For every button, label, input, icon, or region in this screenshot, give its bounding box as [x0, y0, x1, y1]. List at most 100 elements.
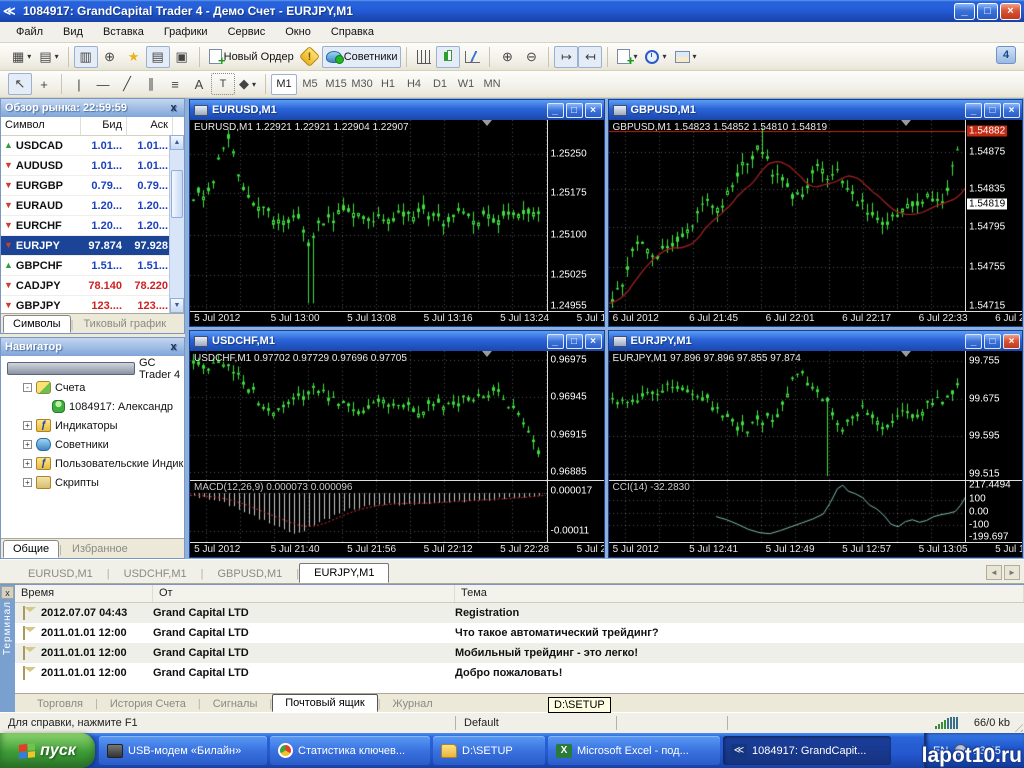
time-scale[interactable]: 5 Jul 2012 5 Jul 13:00 5 Jul 13:08 5 Jul 13…: [190, 311, 604, 326]
chart-minimize-button[interactable]: _: [546, 333, 564, 349]
market-watch-row[interactable]: ▼ EURAUD 1.20... 1.20...: [1, 196, 184, 216]
market-watch-row[interactable]: ▼ EURCHF 1.20... 1.20...: [1, 216, 184, 236]
chart-tab-EURUSD,M1[interactable]: EURUSD,M1: [14, 565, 107, 583]
timeframe-M1[interactable]: M1: [271, 73, 298, 95]
market-watch-row[interactable]: ▲ GBPCHF 1.51... 1.51...: [1, 256, 184, 276]
label-icon[interactable]: T: [211, 73, 235, 95]
price-scale[interactable]: 1.54875 1.54835 1.54795 1.54755 1.54715 1.548…: [965, 120, 1022, 312]
chart-maximize-button[interactable]: □: [565, 102, 583, 118]
mail-row[interactable]: 2011.01.01 12:00 Grand Capital LTD Что так…: [15, 623, 1024, 643]
market-watch-row[interactable]: ▼ EURGBP 0.79... 0.79...: [1, 176, 184, 196]
tree-expander-icon[interactable]: +: [23, 459, 32, 468]
indicators-icon[interactable]: ▾: [613, 46, 641, 68]
hline-icon[interactable]: —: [91, 73, 115, 95]
task-D:\SETUP[interactable]: D:\SETUP: [433, 736, 545, 765]
timeframe-H1[interactable]: H1: [375, 74, 401, 95]
timeframe-W1[interactable]: W1: [453, 74, 479, 95]
tree-item-GC Trader 4[interactable]: GC Trader 4: [5, 357, 184, 381]
new-chart-icon[interactable]: ▦ ▾: [8, 46, 35, 68]
periods-icon[interactable]: ▾: [641, 46, 670, 68]
status-profile[interactable]: Default: [456, 713, 616, 733]
chart-minimize-button[interactable]: _: [965, 102, 982, 118]
chart-close-button[interactable]: ×: [1003, 333, 1020, 349]
fibo-icon[interactable]: ≡: [163, 73, 187, 95]
window-maximize-button[interactable]: □: [977, 2, 998, 20]
shapes-icon[interactable]: ◆ ▾: [235, 73, 260, 95]
line-chart-icon[interactable]: [460, 46, 484, 68]
data-window-icon[interactable]: ▣: [170, 46, 194, 68]
indicator-plot[interactable]: MACD(12,26,9) 0.000073 0.000096: [190, 481, 547, 542]
autoscroll-icon[interactable]: ↦: [554, 45, 579, 68]
chart-minimize-button[interactable]: _: [965, 333, 982, 349]
tree-item-Индикаторы[interactable]: + ƒ Индикаторы: [5, 416, 184, 435]
app-titlebar[interactable]: ≪ 1084917: GrandCapital Trader 4 - Демо …: [0, 0, 1024, 22]
market-watch-row[interactable]: ▼ CADJPY 78.140 78.220: [1, 276, 184, 296]
tab-Тиковый график[interactable]: Тиковый график: [73, 315, 176, 333]
column-subject[interactable]: Тема: [455, 585, 1024, 602]
vline-icon[interactable]: |: [67, 73, 91, 95]
zoom-out-icon[interactable]: ⊖: [519, 46, 543, 68]
cursor-icon[interactable]: ↖: [8, 73, 32, 95]
timeframe-MN[interactable]: MN: [479, 74, 505, 95]
chart-close-button[interactable]: ×: [1003, 102, 1020, 118]
task-1084917: GrandCapit...[interactable]: ≪ 1084917: GrandCapit...: [723, 736, 891, 765]
scroll-down-icon[interactable]: ▼: [170, 298, 184, 313]
chart-window-titlebar[interactable]: EURUSD,M1 _ □ ×: [190, 100, 604, 120]
tab-scroll-right-icon[interactable]: ►: [1004, 565, 1020, 580]
terminal-close-icon[interactable]: x: [1, 586, 14, 599]
alert-icon[interactable]: [298, 45, 322, 68]
chart-tab-USDCHF,M1[interactable]: USDCHF,M1: [110, 565, 201, 583]
column-symbol[interactable]: Символ: [1, 117, 81, 135]
timeframe-H4[interactable]: H4: [401, 74, 427, 95]
time-scale[interactable]: 5 Jul 2012 5 Jul 21:40 5 Jul 21:56 5 Jul 22…: [190, 542, 604, 557]
task-Microsoft Excel - под...[interactable]: X Microsoft Excel - под...: [548, 736, 720, 765]
chart-window-titlebar[interactable]: GBPUSD,M1 _ □ ×: [608, 100, 1022, 120]
zoom-in-icon[interactable]: ⊕: [495, 46, 519, 68]
menu-Файл[interactable]: Файл: [6, 24, 53, 40]
chart-window-titlebar[interactable]: EURJPY,M1 _ □ ×: [608, 331, 1022, 351]
market-watch-row[interactable]: ▼ EURJPY 97.874 97.928: [1, 236, 184, 256]
crosshair-icon[interactable]: ⊕: [98, 46, 122, 68]
menu-Справка[interactable]: Справка: [321, 24, 384, 40]
column-bid[interactable]: Бид: [81, 117, 127, 135]
tree-item-Счета[interactable]: - Счета: [5, 378, 184, 397]
scroll-up-icon[interactable]: ▲: [170, 135, 184, 150]
chart-close-button[interactable]: ×: [584, 102, 602, 118]
market-watch-row[interactable]: ▼ GBPJPY 123.... 123....: [1, 296, 184, 313]
terminal-tab-Торговля[interactable]: Торговля: [25, 696, 95, 712]
terminal-tab-Почтовый ящик[interactable]: Почтовый ящик: [272, 694, 378, 712]
trendline-icon[interactable]: ╱: [115, 73, 139, 95]
terminal-tab-Журнал[interactable]: Журнал: [381, 696, 445, 712]
terminal-tab-История Счета[interactable]: История Счета: [98, 696, 198, 712]
task-Статистика ключев...[interactable]: Статистика ключев...: [270, 736, 430, 765]
mail-row[interactable]: 2011.01.01 12:00 Grand Capital LTD Мобильн…: [15, 643, 1024, 663]
profiles-icon[interactable]: ▤ ▾: [35, 46, 62, 68]
new-order-button[interactable]: Новый Ордер: [205, 46, 298, 68]
timeframe-M30[interactable]: M30: [349, 74, 375, 95]
tree-item-Пользовательские Индик[interactable]: + ƒ Пользовательские Индик: [5, 454, 184, 473]
menu-Сервис[interactable]: Сервис: [218, 24, 276, 40]
tree-item-Скрипты[interactable]: + Скрипты: [5, 473, 184, 492]
terminal-tab-Сигналы[interactable]: Сигналы: [201, 696, 270, 712]
chart-window-titlebar[interactable]: USDCHF,M1 _ □ ×: [190, 331, 604, 351]
crosshair-tool-icon[interactable]: +: [32, 73, 56, 95]
tree-expander-icon[interactable]: +: [23, 478, 32, 487]
tree-expander-icon[interactable]: +: [23, 440, 32, 449]
mailbox-badge[interactable]: 4: [996, 46, 1016, 64]
tree-expander-icon[interactable]: -: [23, 383, 32, 392]
column-ask[interactable]: Аск: [127, 117, 173, 135]
chart-shift-icon[interactable]: ↤: [578, 45, 603, 68]
chart-plot[interactable]: GBPUSD,M1 1.54823 1.54852 1.54810 1.5481…: [608, 120, 965, 311]
chart-maximize-button[interactable]: □: [984, 333, 1001, 349]
chart-close-button[interactable]: ×: [584, 333, 602, 349]
chart-plot[interactable]: USDCHF,M1 0.97702 0.97729 0.97696 0.9770…: [190, 351, 547, 480]
tree-expander-icon[interactable]: +: [23, 421, 32, 430]
menu-Вид[interactable]: Вид: [53, 24, 93, 40]
tree-item-1084917: Александр[interactable]: 1084917: Александр: [5, 397, 184, 416]
chart-maximize-button[interactable]: □: [984, 102, 1001, 118]
market-watch-close-icon[interactable]: x: [167, 102, 180, 114]
column-from[interactable]: От: [153, 585, 455, 602]
tab-Избранное[interactable]: Избранное: [62, 540, 138, 558]
mail-row[interactable]: 2011.01.01 12:00 Grand Capital LTD Добро п…: [15, 663, 1024, 683]
chart-plot[interactable]: EURUSD,M1 1.22921 1.22921 1.22904 1.2290…: [190, 120, 547, 311]
